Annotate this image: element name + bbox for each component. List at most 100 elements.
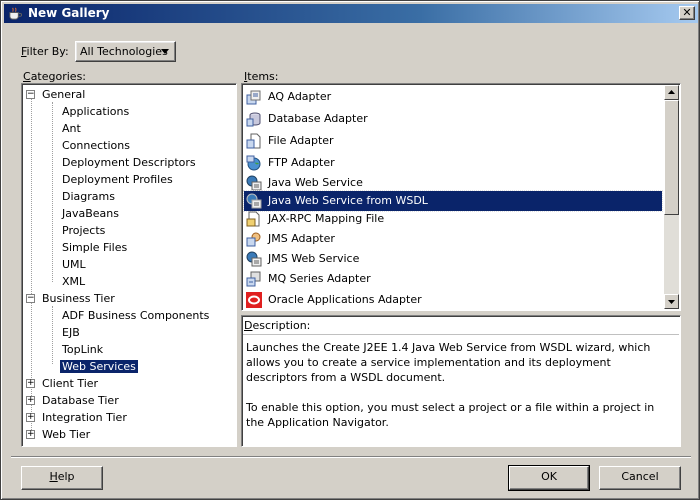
list-item-jms-web-service[interactable]: JMS Web Service [244,249,662,269]
help-button[interactable]: Help [21,466,103,490]
filter-label-text: ilter By: [26,45,69,58]
arrow-down-icon [668,300,675,304]
jms-adapter-icon [246,232,261,247]
collapse-icon[interactable]: − [26,90,35,99]
categories-label: Categories: [23,70,86,83]
tree-item-applications[interactable]: Applications [62,103,129,120]
mq-adapter-icon [246,271,261,287]
chevron-down-icon [161,49,169,54]
title-bar[interactable]: New Gallery ✕ [4,4,698,23]
web-service-icon [246,251,262,267]
help-button-mnemonic: H [49,470,58,483]
expand-icon[interactable]: + [26,396,35,405]
list-item-mq-series-adapter[interactable]: MQ Series Adapter [244,269,662,289]
list-item-oracle-applications-adapter[interactable]: Oracle Applications Adapter [244,290,662,310]
items-label-text: tems: [247,70,279,83]
tree-item-connections[interactable]: Connections [62,137,130,154]
arrow-up-icon [668,90,675,94]
tree-item-uml[interactable]: UML [62,256,86,273]
new-gallery-dialog: New Gallery ✕ Filter By: All Technologie… [0,0,700,500]
list-item-label: JMS Web Service [268,252,360,265]
tree-item-xml[interactable]: XML [62,273,85,290]
list-item-database-adapter[interactable]: Database Adapter [244,109,662,129]
tree-item-ejb[interactable]: EJB [62,324,80,341]
list-item-label: Oracle Applications Adapter [268,293,422,306]
list-item-label: Java Web Service from WSDL [268,194,428,207]
web-service-icon [246,193,262,209]
tree-item-label: JavaBeans [62,207,119,220]
list-item-label: JMS Adapter [268,232,335,245]
tree-item-label: Ant [62,122,81,135]
tree-item-deployment-descriptors[interactable]: Deployment Descriptors [62,154,196,171]
collapse-icon[interactable]: − [26,294,35,303]
scroll-thumb[interactable] [664,100,679,215]
list-item-label: AQ Adapter [268,90,332,103]
tree-item-diagrams[interactable]: Diagrams [62,188,115,205]
tree-item-toplink[interactable]: TopLink [62,341,103,358]
list-item-java-web-service[interactable]: Java Web Service [244,173,662,193]
items-list[interactable]: AQ Adapter Database Adapter File Adapter… [241,83,681,311]
tree-item-simple-files[interactable]: Simple Files [62,239,127,256]
description-label-text: escription: [252,319,311,332]
filter-select[interactable]: All Technologies [75,41,176,62]
list-item-jms-adapter[interactable]: JMS Adapter [244,229,662,249]
list-item-label: MQ Series Adapter [268,272,371,285]
tree-item-label-selected: Web Services [60,360,138,373]
tree-node-label: Client Tier [42,377,99,390]
web-service-icon [246,175,262,191]
tree-item-javabeans[interactable]: JavaBeans [62,205,119,222]
tree-item-deployment-profiles[interactable]: Deployment Profiles [62,171,173,188]
list-item-aq-adapter[interactable]: AQ Adapter [244,87,662,107]
tree-item-label: TopLink [62,343,104,356]
filter-select-value: All Technologies [80,45,168,58]
list-item-label: File Adapter [268,134,334,147]
tree-item-label: EJB [62,326,80,339]
tree-item-label: Projects [62,224,106,237]
list-item-ftp-adapter[interactable]: FTP Adapter [244,153,662,173]
tree-node-label: Integration Tier [42,411,127,424]
categories-tree[interactable]: − General Applications Ant Connections D… [21,83,237,447]
list-item-label: Java Web Service [268,176,363,189]
file-icon [246,133,261,149]
list-item-label: FTP Adapter [268,156,335,169]
tree-item-web-services[interactable]: Web Services [60,358,138,375]
description-text-1: Launches the Create J2EE 1.4 Java Web Se… [246,341,651,384]
tree-item-label: Diagrams [62,190,115,203]
tree-item-label: Connections [62,139,130,152]
tree-item-label: UML [62,258,86,271]
close-button[interactable]: ✕ [679,6,695,20]
tree-node-label: Database Tier [42,394,119,407]
items-scrollbar[interactable] [664,85,679,309]
footer-separator [11,456,691,458]
tree-line [52,306,53,364]
scroll-up-button[interactable] [664,85,679,100]
ok-button[interactable]: OK [508,465,590,491]
list-item-java-web-service-from-wsdl[interactable]: Java Web Service from WSDL [243,190,663,212]
tree-node-label: Web Tier [42,428,91,441]
scroll-down-button[interactable] [664,294,679,309]
tree-item-projects[interactable]: Projects [62,222,105,239]
coffee-cup-icon [9,7,22,20]
list-item-file-adapter[interactable]: File Adapter [244,131,662,151]
expand-icon[interactable]: + [26,430,35,439]
tree-item-label: Simple Files [62,241,128,254]
description-divider [243,334,679,335]
list-item-jax-rpc-mapping-file[interactable]: JAX-RPC Mapping File [244,209,662,229]
description-text-2: To enable this option, you must select a… [246,401,655,429]
mapping-file-icon [246,211,260,227]
filter-label: Filter By: [21,45,69,58]
window-title: New Gallery [28,6,110,20]
tree-node-label: Business Tier [42,292,115,305]
cancel-button[interactable]: Cancel [599,466,681,490]
categories-label-text: ategories: [30,70,87,83]
adapter-icon [246,90,261,105]
tree-item-label: XML [62,275,86,288]
categories-label-mnemonic: C [23,70,31,83]
expand-icon[interactable]: + [26,413,35,422]
items-label: Items: [244,70,278,83]
expand-icon[interactable]: + [26,379,35,388]
tree-item-adf-business-components[interactable]: ADF Business Components [62,307,209,324]
oracle-icon [246,292,262,308]
tree-item-label: Deployment Descriptors [62,156,196,169]
tree-item-ant[interactable]: Ant [62,120,81,137]
